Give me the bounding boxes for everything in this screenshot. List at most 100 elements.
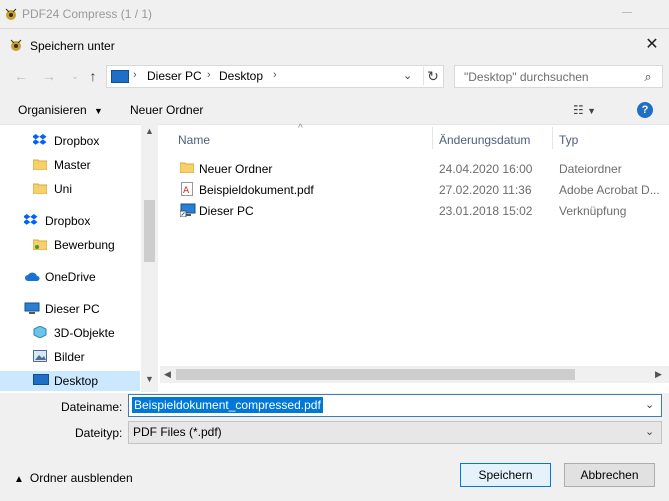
breadcrumb-item[interactable]: Dieser PC	[147, 69, 202, 83]
file-type: Dateiordner	[559, 162, 622, 176]
cancel-button[interactable]: Abbrechen	[564, 463, 655, 487]
hscrollbar-thumb[interactable]	[176, 369, 575, 380]
sort-ascending-icon: ^	[298, 123, 303, 134]
nav-tree-label: Dropbox	[54, 134, 100, 148]
close-icon[interactable]: ✕	[640, 35, 664, 55]
nav-scrollbar-thumb[interactable]	[144, 200, 155, 262]
nav-tree-item[interactable]: Dropbox	[0, 211, 140, 231]
address-bar[interactable]: › Dieser PC › Desktop › ⌄ ↻	[106, 65, 444, 88]
folder-shared-icon	[32, 238, 48, 251]
chevron-down-icon[interactable]: ⌄	[645, 425, 654, 438]
recent-locations-icon[interactable]: ⌄	[66, 67, 84, 85]
file-date: 27.02.2020 11:36	[439, 183, 532, 197]
svg-text:A: A	[183, 186, 190, 196]
nav-tree-label: 3D-Objekte	[54, 326, 115, 340]
file-row[interactable]: A Beispieldokument.pdf 27.02.2020 11:36 Ado…	[178, 179, 668, 200]
filetype-value: PDF Files (*.pdf)	[133, 425, 222, 439]
computer-icon	[111, 70, 129, 83]
chevron-up-icon: ▲	[14, 474, 24, 485]
nav-tree-item[interactable]: Master	[0, 155, 140, 175]
nav-tree-item[interactable]: Uni	[0, 179, 140, 199]
dropbox-icon	[23, 214, 38, 226]
chevron-right-icon[interactable]: ›	[273, 69, 277, 81]
nav-tree-label: Uni	[54, 182, 73, 196]
navigation-pane: Dropbox Master Uni Dropbox Bewerbung OneDrive…	[0, 124, 158, 393]
app-titlebar: PDF24 Compress (1 / 1)	[0, 0, 669, 28]
nav-tree-item[interactable]: Dropbox	[0, 131, 140, 151]
nav-tree-label: OneDrive	[45, 270, 96, 284]
nav-tree-label: Master	[54, 158, 91, 172]
refresh-icon[interactable]: ↻	[423, 67, 442, 85]
nav-tree-item[interactable]: Bewerbung	[0, 235, 140, 255]
back-icon[interactable]: ←	[12, 67, 30, 85]
nav-tree-label: Dropbox	[45, 214, 91, 228]
app-minimize-icon[interactable]	[622, 12, 632, 13]
scroll-down-icon[interactable]: ▼	[145, 374, 154, 384]
filename-input[interactable]: Beispieldokument_compressed.pdf ⌄	[128, 394, 662, 417]
nav-tree-label: Bewerbung	[54, 238, 115, 252]
search-icon[interactable]: ⌕	[639, 68, 657, 86]
file-name: Beispieldokument.pdf	[199, 183, 314, 197]
file-type: Adobe Acrobat D...	[559, 183, 660, 197]
cloud-icon	[24, 270, 40, 282]
forward-icon[interactable]: →	[40, 67, 58, 85]
up-icon[interactable]: ↑	[84, 67, 102, 85]
new-folder-button[interactable]: Neuer Ordner	[130, 103, 203, 117]
folder-icon	[32, 158, 48, 171]
scroll-right-icon[interactable]: ▶	[655, 369, 662, 380]
organize-menu[interactable]: Organisieren ▼	[18, 103, 103, 117]
dropbox-icon	[32, 134, 47, 146]
file-row[interactable]: Dieser PC 23.01.2018 15:02 Verknüpfung	[178, 200, 668, 221]
nav-tree-item[interactable]: Dieser PC	[0, 299, 140, 319]
save-button[interactable]: Speichern	[460, 463, 551, 487]
scroll-left-icon[interactable]: ◀	[164, 369, 171, 380]
column-divider[interactable]	[432, 127, 433, 149]
filetype-select[interactable]: PDF Files (*.pdf) ⌄	[128, 421, 662, 444]
breadcrumb-item[interactable]: Desktop	[219, 69, 263, 83]
file-date: 23.01.2018 15:02	[439, 204, 533, 218]
filename-value[interactable]: Beispieldokument_compressed.pdf	[132, 397, 323, 413]
nav-tree-label: Dieser PC	[45, 302, 100, 316]
search-box[interactable]: "Desktop" durchsuchen ⌕	[454, 65, 663, 88]
nav-tree-item[interactable]: 3D-Objekte	[0, 323, 140, 343]
view-options-icon[interactable]: ☷ ▼	[573, 103, 596, 117]
app-logo-icon	[5, 8, 17, 20]
filename-label: Dateiname:	[61, 400, 123, 414]
computer-shortcut-icon	[179, 203, 196, 220]
nav-tree-item[interactable]: OneDrive	[0, 267, 140, 287]
column-divider[interactable]	[552, 127, 553, 149]
chevron-down-icon[interactable]: ⌄	[403, 69, 412, 82]
dialog-title: Speichern unter	[30, 39, 115, 53]
pictures-icon	[33, 350, 47, 362]
desktop-icon	[33, 374, 49, 386]
file-type: Verknüpfung	[559, 204, 627, 218]
nav-tree-label: Desktop	[54, 374, 99, 388]
folder-icon	[32, 182, 48, 195]
hide-folders-toggle[interactable]: ▲ Ordner ausblenden	[14, 471, 133, 485]
search-placeholder: "Desktop" durchsuchen	[464, 70, 589, 84]
organize-label: Organisieren	[18, 103, 87, 117]
nav-tree-item[interactable]: Bilder	[0, 347, 140, 367]
filetype-label: Dateityp:	[75, 426, 123, 440]
chevron-right-icon[interactable]: ›	[133, 69, 137, 81]
file-row[interactable]: Neuer Ordner 24.04.2020 16:00 Dateiordner	[178, 158, 668, 179]
computer-icon	[24, 302, 40, 314]
file-name: Dieser PC	[199, 204, 254, 218]
column-header-type[interactable]: Typ	[559, 133, 578, 147]
caret-down-icon: ▼	[94, 106, 103, 116]
app-title: PDF24 Compress (1 / 1)	[22, 7, 153, 21]
file-list: ^ Name Änderungsdatum Typ Neuer Ordner 24…	[158, 123, 669, 393]
folder-icon	[179, 161, 195, 176]
column-header-date[interactable]: Änderungsdatum	[439, 133, 530, 147]
hide-folders-label: Ordner ausblenden	[29, 471, 133, 485]
scroll-up-icon[interactable]: ▲	[145, 126, 154, 136]
cube-icon	[33, 325, 47, 339]
column-header-name[interactable]: Name	[178, 133, 210, 147]
dialog-logo-icon	[10, 39, 22, 51]
file-name: Neuer Ordner	[199, 162, 273, 176]
nav-tree-item[interactable]: Desktop	[0, 371, 140, 391]
chevron-right-icon[interactable]: ›	[207, 69, 211, 81]
help-icon[interactable]: ?	[637, 102, 653, 118]
pdf-icon: A	[180, 182, 194, 199]
chevron-down-icon[interactable]: ⌄	[645, 398, 654, 411]
